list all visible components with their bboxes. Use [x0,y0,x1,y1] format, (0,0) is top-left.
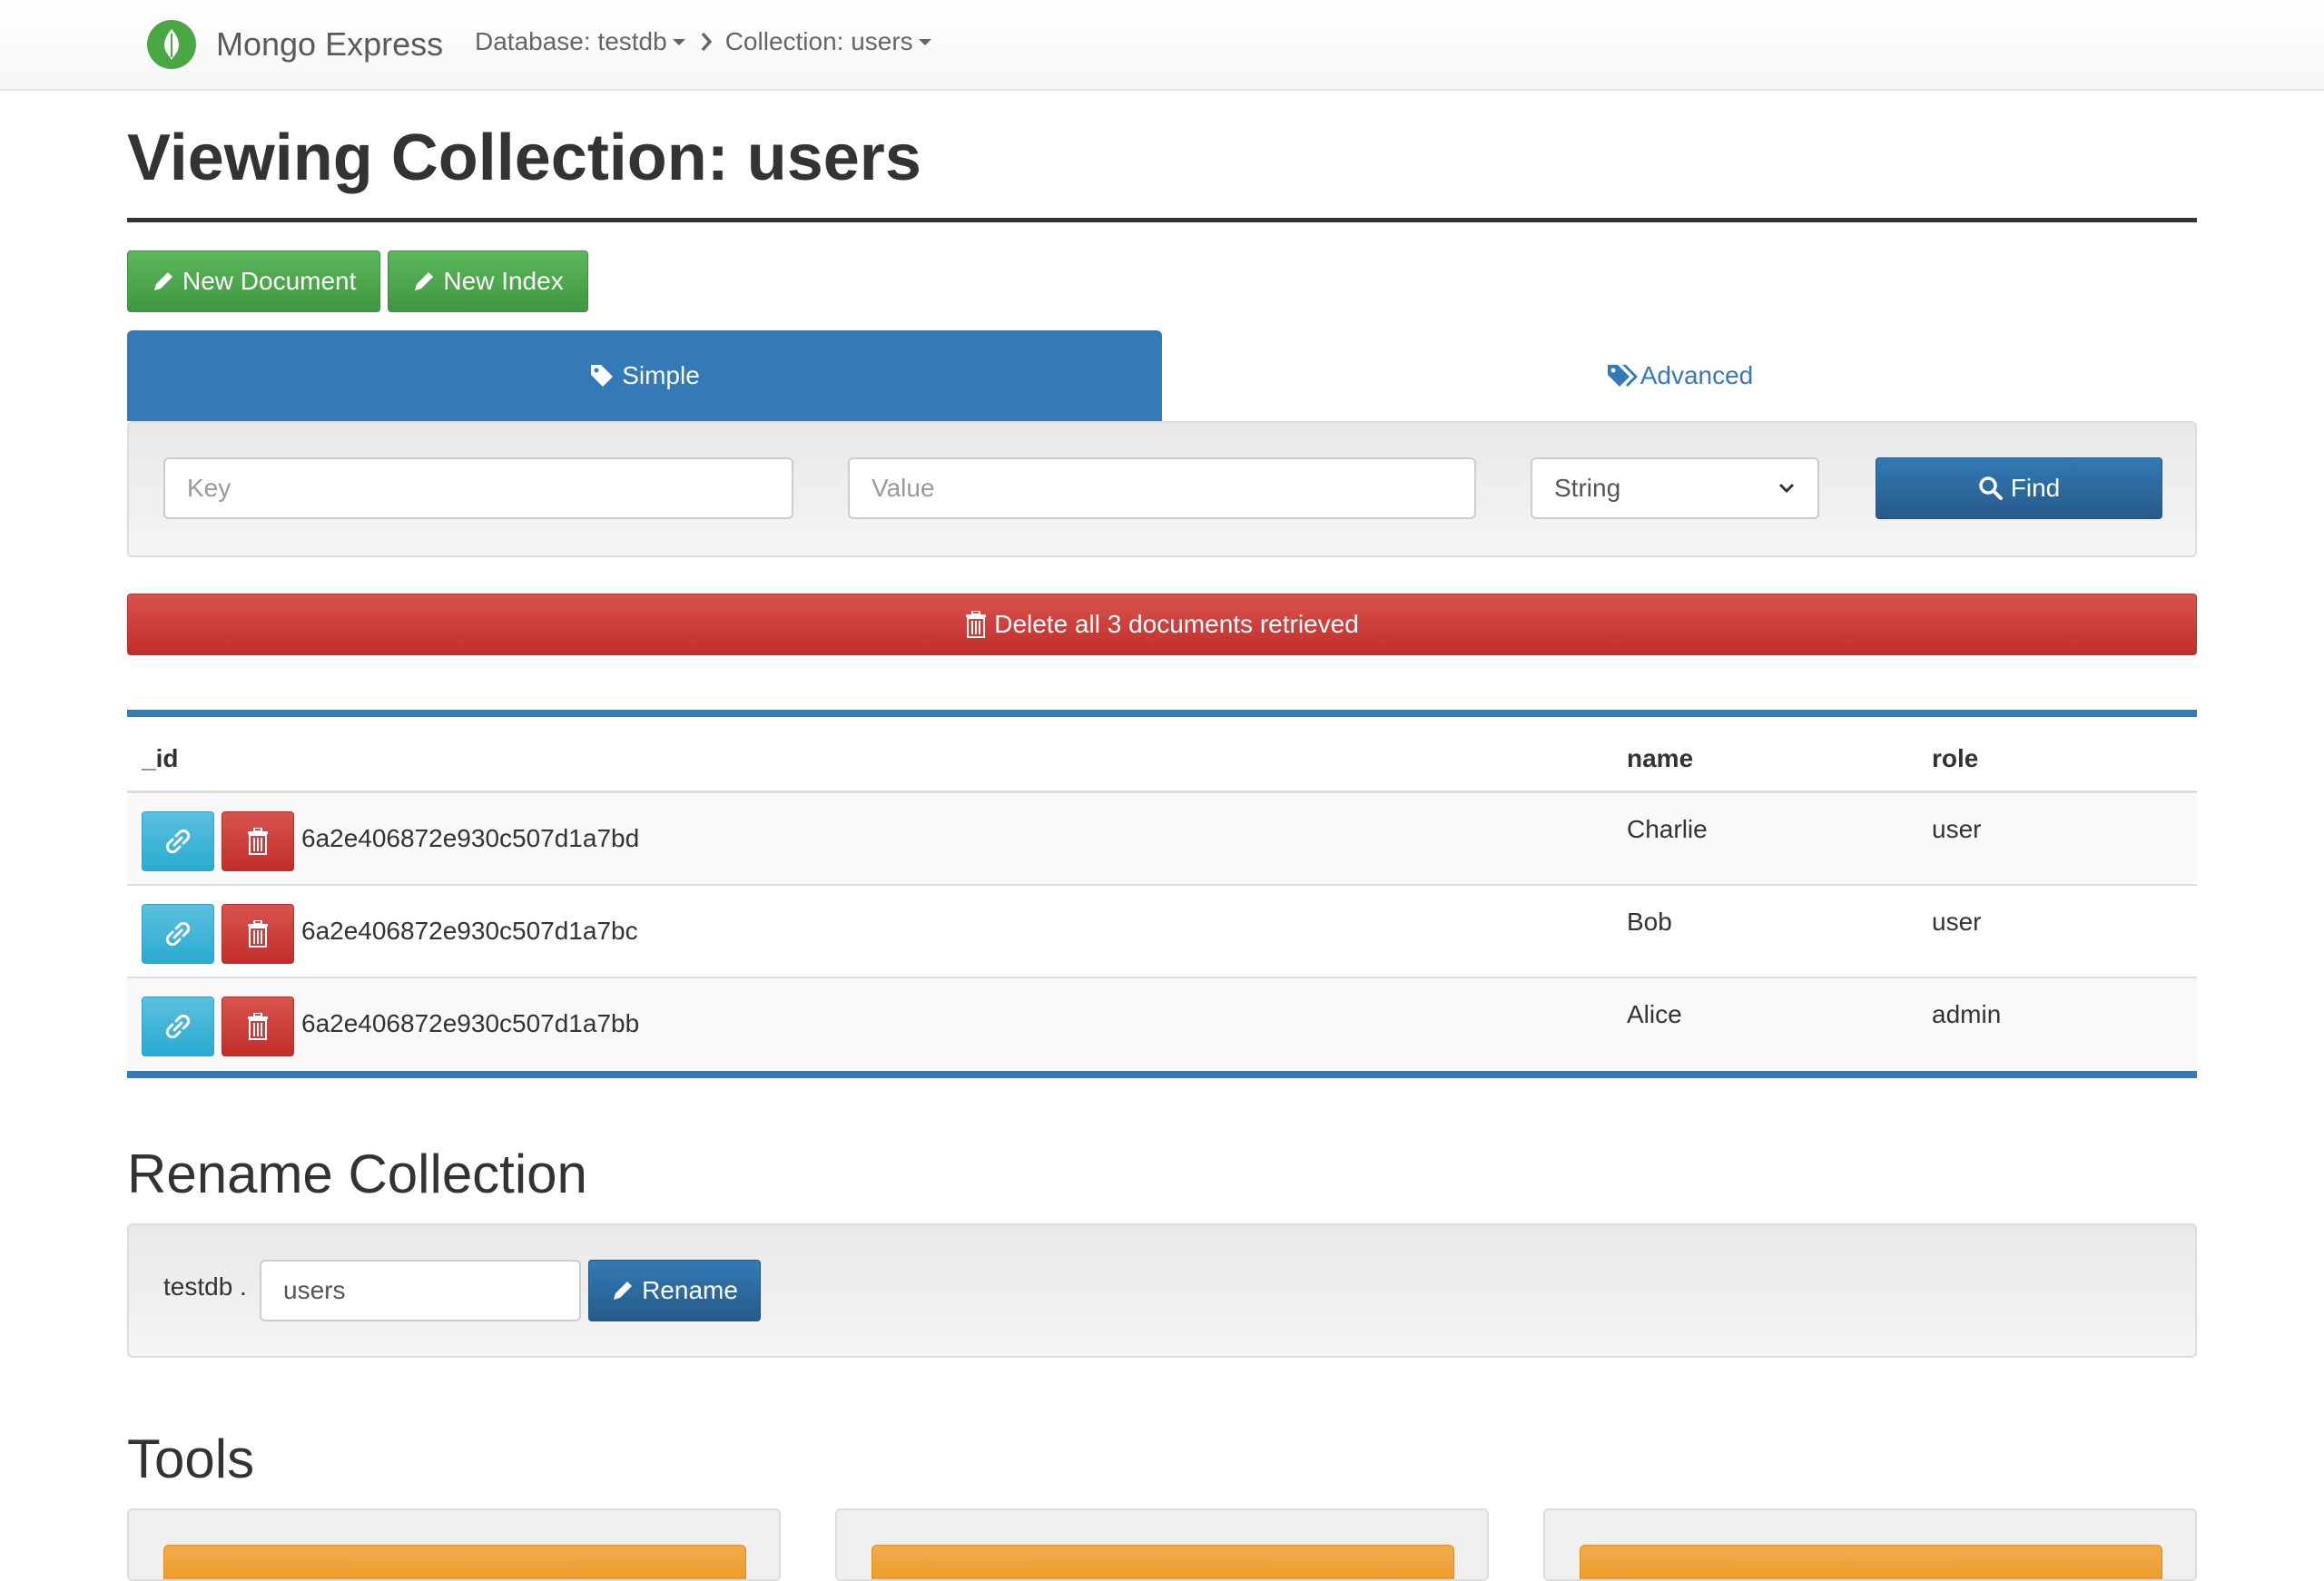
collection-dropdown[interactable]: Collection: users [725,27,931,56]
tool-button[interactable] [163,1545,746,1579]
table-row[interactable]: 6a2e406872e930c507d1a7bd Charlie user [127,793,2197,886]
table-header: _id name role [127,717,2197,793]
pencil-icon [415,272,434,290]
document-role: user [1932,815,1982,843]
trash-icon [966,611,987,638]
document-id[interactable]: 6a2e406872e930c507d1a7bd [301,824,639,853]
new-document-label: New Document [182,267,357,295]
table-top-border [127,710,2197,717]
delete-document-button[interactable] [222,904,294,964]
simple-search-panel: String Find [127,421,2197,557]
table-row[interactable]: 6a2e406872e930c507d1a7bc Bob user [127,886,2197,978]
documents-table: _id name role 6a2e406872e930c507d1a7bd C… [127,710,2197,1078]
delete-all-button[interactable]: Delete all 3 documents retrieved [127,594,2197,655]
brand-name: Mongo Express [216,25,444,63]
chevron-right-icon [700,32,713,52]
pencil-icon [154,272,172,290]
delete-all-label: Delete all 3 documents retrieved [994,610,1359,638]
tags-icon [1607,365,1638,387]
trash-icon [248,1013,268,1040]
delete-document-button[interactable] [222,997,294,1056]
tag-icon [591,365,614,387]
document-name: Charlie [1627,815,1708,843]
collection-actions: New Document New Index [127,250,588,312]
type-select-value: String [1554,474,1621,502]
tool-button[interactable] [872,1545,1454,1579]
navbar: Mongo Express Database: testdb Collectio… [0,0,2324,91]
document-role: admin [1932,1000,2002,1028]
link-icon [165,1014,191,1039]
tool-button[interactable] [1580,1545,2162,1579]
database-crumb-label: Database: testdb [475,27,667,55]
table-row[interactable]: 6a2e406872e930c507d1a7bb Alice admin [127,978,2197,1071]
caret-down-icon [672,38,685,45]
document-name: Alice [1627,1000,1682,1028]
column-header-id[interactable]: _id [142,744,178,773]
database-prefix: testdb . [163,1272,247,1301]
document-id[interactable]: 6a2e406872e930c507d1a7bc [301,917,638,946]
tool-panel [127,1508,781,1581]
chevron-down-icon [1778,483,1795,494]
brand[interactable]: Mongo Express [147,20,443,69]
tools-heading: Tools [127,1429,255,1489]
document-id[interactable]: 6a2e406872e930c507d1a7bb [301,1009,639,1038]
view-document-button[interactable] [142,997,214,1056]
caret-down-icon [918,38,931,45]
find-label: Find [2010,474,2061,502]
title-divider [127,218,2197,222]
delete-document-button[interactable] [222,811,294,871]
search-mode-tabs: Simple Advanced [127,330,2197,421]
tab-advanced[interactable]: Advanced [1162,330,2197,421]
rename-collection-panel: testdb . Rename [127,1223,2197,1358]
document-name: Bob [1627,908,1672,936]
document-role: user [1932,908,1982,936]
collection-crumb-label: Collection: users [724,27,913,55]
rename-collection-heading: Rename Collection [127,1144,587,1204]
view-document-button[interactable] [142,811,214,871]
rename-label: Rename [642,1276,738,1304]
tab-advanced-label: Advanced [1640,361,1754,389]
trash-icon [248,828,268,855]
rename-button[interactable]: Rename [588,1260,761,1321]
type-select[interactable]: String [1531,457,1819,519]
table-bottom-border [127,1071,2197,1078]
trash-icon [248,920,268,948]
column-header-name[interactable]: name [1627,744,1693,773]
search-icon [1979,476,2003,500]
tab-simple[interactable]: Simple [127,330,1162,421]
link-icon [165,921,191,947]
value-input[interactable] [848,457,1476,519]
tool-panel [1543,1508,2197,1581]
database-dropdown[interactable]: Database: testdb [475,27,685,56]
page-title: Viewing Collection: users [127,122,921,194]
new-document-button[interactable]: New Document [127,250,381,312]
pencil-icon [614,1281,633,1300]
new-index-label: New Index [443,267,564,295]
new-index-button[interactable]: New Index [388,250,588,312]
tab-simple-label: Simple [622,361,700,389]
key-input[interactable] [163,457,793,519]
view-document-button[interactable] [142,904,214,964]
collection-name-input[interactable] [260,1260,581,1321]
column-header-role[interactable]: role [1932,744,1978,773]
mongodb-leaf-icon [147,20,196,69]
find-button[interactable]: Find [1876,457,2162,519]
breadcrumb: Database: testdb Collection: users [475,27,931,56]
tool-panel [835,1508,1489,1581]
link-icon [165,829,191,854]
